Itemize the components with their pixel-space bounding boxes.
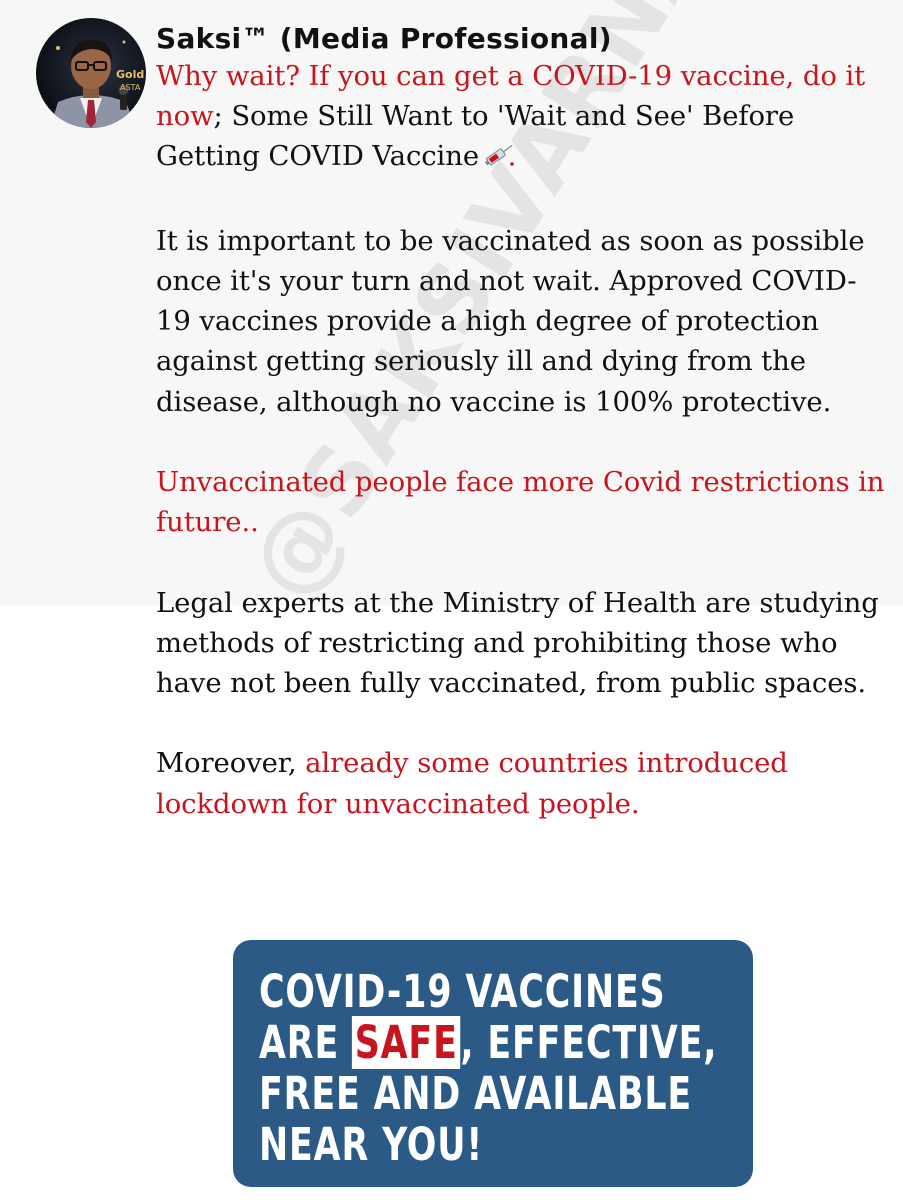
banner-line-2-start: ARE: [259, 1016, 353, 1069]
banner-safe-highlight: SAFE: [352, 1016, 461, 1069]
avatar[interactable]: Gold ASTA: [36, 18, 146, 128]
banner-line-1: COVID-19 VACCINES: [259, 965, 666, 1018]
syringe-icon: [483, 139, 517, 180]
post-paragraph-5-lead: Moreover,: [156, 747, 306, 780]
banner-line-3: FREE AND AVAILABLE: [259, 1067, 693, 1120]
post-paragraph-3: Unvaccinated people face more Covid rest…: [156, 466, 885, 539]
banner-line-2-end: , EFFECTIVE,: [460, 1016, 718, 1069]
vaccine-banner: COVID-19 VACCINES ARE SAFE, EFFECTIVE, F…: [233, 940, 753, 1187]
post-body: Why wait? If you can get a COVID-19 vacc…: [156, 56, 891, 824]
post-paragraph-2: It is important to be vaccinated as soon…: [156, 224, 865, 418]
post-paragraph-5: Moreover, already some countries introdu…: [156, 743, 891, 823]
post-paragraph-4: Legal experts at the Ministry of Health …: [156, 586, 879, 699]
author-name[interactable]: Saksi™ (Media Professional): [156, 22, 612, 55]
post-paragraph-1: Why wait? If you can get a COVID-19 vacc…: [156, 56, 891, 181]
banner-line-4: NEAR YOU!: [259, 1118, 484, 1171]
avatar-badge-sub: ASTA: [120, 83, 141, 92]
avatar-badge-text: Gold: [116, 68, 144, 81]
avatar-photo: Gold ASTA: [50, 39, 144, 128]
banner-line-2: ARE SAFE, EFFECTIVE,: [259, 1016, 716, 1069]
post-headline-black: ; Some Still Want to 'Wait and See' Befo…: [156, 100, 795, 173]
